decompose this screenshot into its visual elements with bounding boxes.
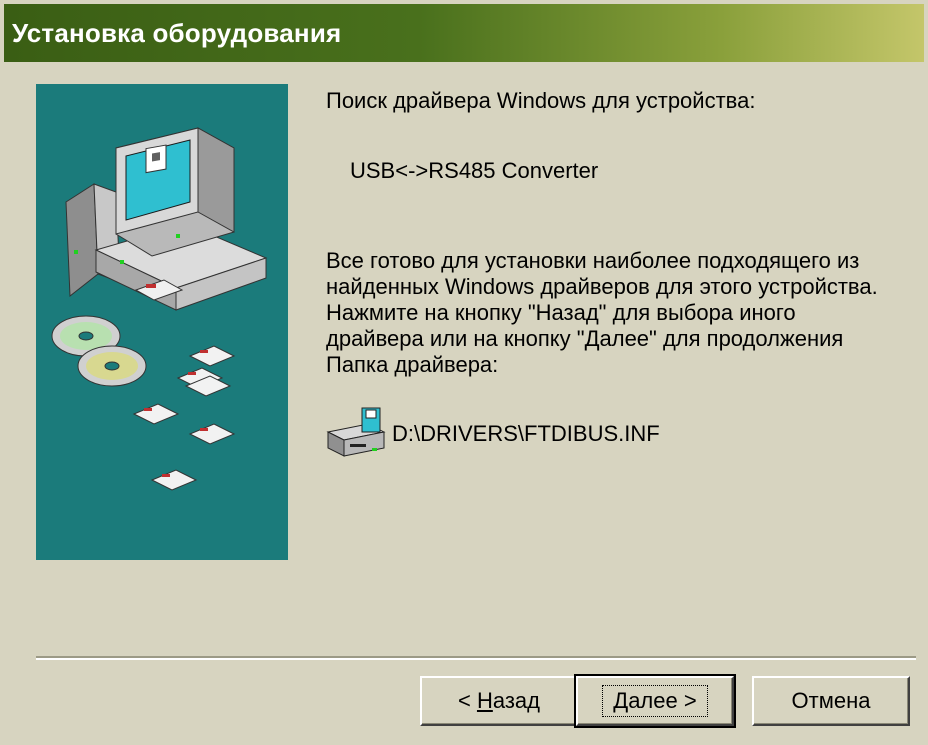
driver-path-row: D:\DRIVERS\FTDIBUS.INF — [326, 406, 660, 462]
back-arrow: < — [457, 688, 477, 713]
info-line: Нажмите на кнопку "Назад" для выбора ино… — [326, 300, 796, 325]
back-button[interactable]: < Назад — [420, 676, 578, 726]
next-button[interactable]: Далее > — [574, 674, 736, 728]
wizard-illustration — [36, 84, 288, 560]
driver-path: D:\DRIVERS\FTDIBUS.INF — [392, 421, 660, 446]
back-button-label: < Назад — [458, 688, 540, 714]
separator — [36, 656, 916, 660]
search-label: Поиск драйвера Windows для устройства: — [326, 88, 756, 113]
window-title: Установка оборудования — [12, 17, 342, 48]
cancel-button[interactable]: Отмена — [752, 676, 910, 726]
info-line: Все готово для установки наиболее подход… — [326, 248, 860, 273]
cancel-button-label: Отмена — [791, 688, 871, 713]
hardware-setup-dialog: Установка оборудования Поиск драйвера Wi… — [0, 0, 928, 745]
next-label-rest: алее > — [628, 688, 697, 713]
info-text: Все готово для установки наиболее подход… — [326, 248, 916, 378]
info-line: драйвера или на кнопку "Далее" для продо… — [326, 326, 844, 351]
device-name: USB<->RS485 Converter — [350, 158, 599, 183]
computer-cd-floppy-illustration-icon — [51, 127, 268, 491]
title-bar[interactable]: Установка оборудования — [4, 4, 924, 62]
floppy-drive-icon — [326, 406, 386, 462]
back-hotkey: Н — [476, 688, 493, 713]
back-label-rest: азад — [492, 688, 540, 713]
info-line: найденных Windows драйверов для этого ус… — [326, 274, 878, 299]
driver-folder-label: Папка драйвера: — [326, 352, 499, 377]
next-button-label: Далее > — [602, 685, 708, 717]
next-hotkey: Д — [613, 688, 629, 713]
